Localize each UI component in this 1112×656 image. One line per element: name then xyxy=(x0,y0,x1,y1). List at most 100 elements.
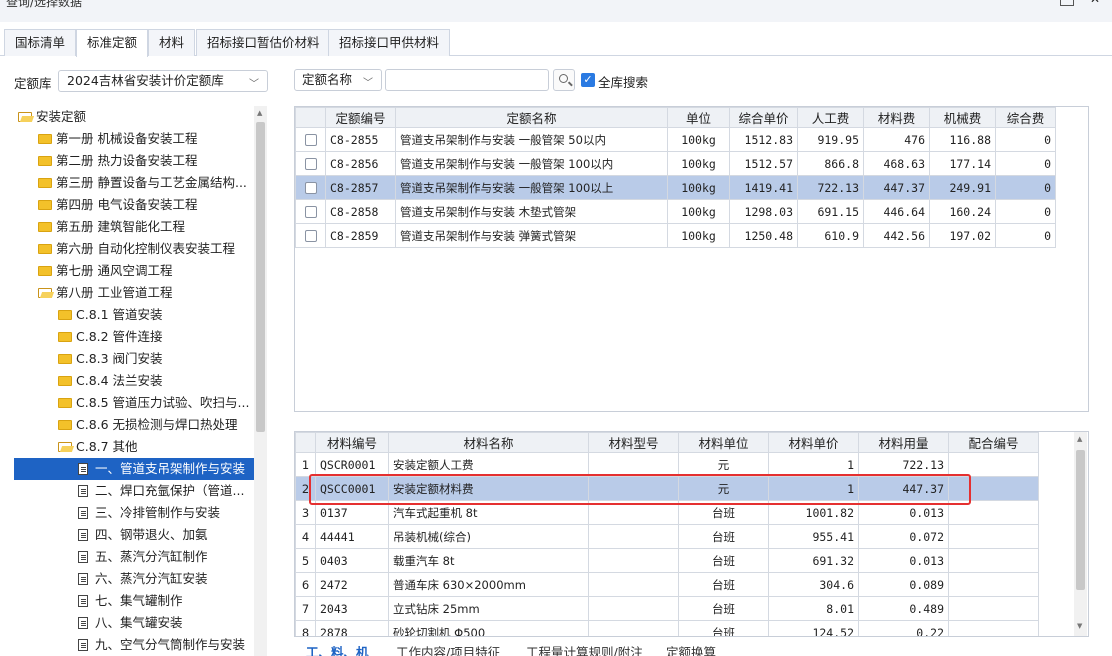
row-checkbox[interactable] xyxy=(304,230,317,242)
tree-node[interactable]: 第四册 电气设备安装工程 xyxy=(38,194,197,216)
tree-node[interactable]: 八、集气罐安装 xyxy=(78,612,183,634)
tree-node[interactable]: 第七册 通风空调工程 xyxy=(38,260,172,282)
tree-node[interactable]: 第八册 工业管道工程 xyxy=(38,282,172,304)
folder-icon xyxy=(58,420,72,430)
col-header[interactable]: 机械费 xyxy=(929,107,996,128)
tree-node[interactable]: 六、蒸汽分汽缸安装 xyxy=(78,568,208,590)
library-select[interactable]: 2024吉林省安装计价定额库 ﹀ xyxy=(58,70,268,92)
scroll-down-icon[interactable]: ▼ xyxy=(1077,622,1082,630)
tab-materials[interactable]: 材料 xyxy=(148,29,196,56)
col-header[interactable]: 材料单位 xyxy=(678,432,769,453)
col-header[interactable]: 配合编号 xyxy=(948,432,1039,453)
col-header[interactable]: 材料编号 xyxy=(315,432,389,453)
quota-price: 1512.83 xyxy=(729,127,798,152)
tree-node[interactable]: C.8.1 管道安装 xyxy=(58,304,163,326)
table-row[interactable]: 7 2043 立式钻床 25mm 台班 8.01 0.489 xyxy=(295,596,1039,621)
col-header[interactable]: 单位 xyxy=(667,107,730,128)
search-field-select[interactable]: 定额名称 ﹀ xyxy=(294,69,382,91)
material-mix-code xyxy=(948,500,1039,525)
tab-labor-material-machine[interactable]: 工、料、机 xyxy=(306,642,369,656)
material-table: 材料编号 材料名称 材料型号 材料单位 材料单价 材料用量 配合编号 1 QSC… xyxy=(294,431,1089,637)
tree-node-root[interactable]: 安装定额 xyxy=(18,106,86,128)
tree-node[interactable]: C.8.4 法兰安装 xyxy=(58,370,163,392)
table-row[interactable]: 4 44441 吊装机械(综合) 台班 955.41 0.072 xyxy=(295,524,1039,549)
col-header[interactable]: 材料型号 xyxy=(588,432,679,453)
tree-node-label: C.8.5 管道压力试验、吹扫与... xyxy=(76,395,250,410)
col-header[interactable]: 人工费 xyxy=(797,107,864,128)
tree-node[interactable]: 第一册 机械设备安装工程 xyxy=(38,128,197,150)
col-header[interactable]: 材料单价 xyxy=(768,432,859,453)
table-row[interactable]: 6 2472 普通车床 630×2000mm 台班 304.6 0.089 xyxy=(295,572,1039,597)
tree-node[interactable]: 第五册 建筑智能化工程 xyxy=(38,216,185,238)
tab-owner-supplied-materials[interactable]: 招标接口甲供材料 xyxy=(328,29,451,56)
scrollbar-thumb[interactable] xyxy=(1076,450,1085,590)
chevron-down-icon: ﹀ xyxy=(249,79,259,90)
table-row-selected[interactable]: C8-2857 管道支吊架制作与安装 一般管架 100以上 100kg 1419… xyxy=(295,175,1056,200)
tree-node[interactable]: 二、焊口充氩保护（管道... xyxy=(78,480,244,502)
material-mix-code xyxy=(948,476,1039,501)
maximize-icon[interactable] xyxy=(1060,0,1074,6)
tree-node[interactable]: C.8.5 管道压力试验、吹扫与... xyxy=(58,392,249,414)
search-button[interactable] xyxy=(553,69,575,91)
tree-node[interactable]: C.8.3 阀门安装 xyxy=(58,348,163,370)
table-row[interactable]: 3 0137 汽车式起重机 8t 台班 1001.82 0.013 xyxy=(295,500,1039,525)
tab-provisional-materials[interactable]: 招标接口暂估价材料 xyxy=(196,29,331,56)
table-row[interactable]: 5 0403 载重汽车 8t 台班 691.32 0.013 xyxy=(295,548,1039,573)
tree-node[interactable]: 七、集气罐制作 xyxy=(78,590,183,612)
material-table-scrollbar[interactable]: ▲ ▼ xyxy=(1074,432,1087,636)
close-icon[interactable]: ✕ xyxy=(1090,0,1104,6)
tree-node[interactable]: C.8.6 无损检测与焊口热处理 xyxy=(58,414,238,436)
col-header[interactable]: 材料名称 xyxy=(388,432,589,453)
row-checkbox[interactable] xyxy=(304,182,317,194)
folder-open-icon xyxy=(58,442,72,452)
tab-quota-conversion[interactable]: 定额换算 xyxy=(666,642,716,656)
table-row[interactable]: C8-2858 管道支吊架制作与安装 木垫式管架 100kg 1298.03 6… xyxy=(295,199,1056,224)
tree-node[interactable]: 五、蒸汽分汽缸制作 xyxy=(78,546,208,568)
col-header[interactable]: 综合费 xyxy=(995,107,1056,128)
tree-scrollbar[interactable]: ▲ xyxy=(254,106,267,656)
row-checkbox[interactable] xyxy=(304,158,317,170)
table-row[interactable]: C8-2855 管道支吊架制作与安装 一般管架 50以内 100kg 1512.… xyxy=(295,127,1056,152)
row-checkbox-cell[interactable] xyxy=(295,127,326,152)
tree-node[interactable]: 第二册 热力设备安装工程 xyxy=(38,150,197,172)
tab-quantity-rules[interactable]: 工程量计算规则/附注 xyxy=(526,642,643,656)
tree-node[interactable]: 九、空气分气筒制作与安装 xyxy=(78,634,245,656)
tree-node[interactable]: 第六册 自动化控制仪表安装工程 xyxy=(38,238,235,260)
table-row[interactable]: 8 2878 砂轮切割机 Φ500 台班 124.52 0.22 xyxy=(295,620,1039,636)
tree-node[interactable]: 四、钢带退火、加氨 xyxy=(78,524,208,546)
col-header[interactable]: 综合单价 xyxy=(729,107,798,128)
folder-icon xyxy=(58,332,72,342)
scrollbar-thumb[interactable] xyxy=(256,122,265,432)
table-row-selected[interactable]: 2 QSCC0001 安装定额材料费 元 1 447.37 xyxy=(295,476,1039,501)
tree-node-label: 二、焊口充氩保护（管道... xyxy=(95,483,245,498)
tree-node[interactable]: C.8.2 管件连接 xyxy=(58,326,163,348)
col-header[interactable]: 材料费 xyxy=(863,107,930,128)
scroll-up-icon[interactable]: ▲ xyxy=(1077,435,1082,443)
full-library-search-checkbox[interactable]: ✓ xyxy=(581,73,595,87)
full-library-search-label: 全库搜索 xyxy=(598,75,649,90)
tab-guobiao-list[interactable]: 国标清单 xyxy=(4,29,77,56)
row-checkbox[interactable] xyxy=(304,206,317,218)
quota-overall: 0 xyxy=(995,199,1056,224)
table-row[interactable]: C8-2856 管道支吊架制作与安装 一般管架 100以内 100kg 1512… xyxy=(295,151,1056,176)
tree-node-selected[interactable]: 一、管道支吊架制作与安装 xyxy=(14,458,254,480)
table-row[interactable]: C8-2859 管道支吊架制作与安装 弹簧式管架 100kg 1250.48 6… xyxy=(295,223,1056,248)
col-header[interactable]: 定额名称 xyxy=(395,107,668,128)
tree-node[interactable]: 三、冷排管制作与安装 xyxy=(78,502,220,524)
search-input[interactable] xyxy=(385,69,549,91)
tab-standard-quota[interactable]: 标准定额 xyxy=(76,29,149,57)
document-icon xyxy=(78,573,88,585)
row-checkbox-cell[interactable] xyxy=(295,199,326,224)
col-header[interactable]: 定额编号 xyxy=(325,107,396,128)
col-header[interactable]: 材料用量 xyxy=(858,432,949,453)
tree-node[interactable]: C.8.7 其他 xyxy=(58,436,138,458)
row-checkbox-cell[interactable] xyxy=(295,151,326,176)
row-checkbox-cell[interactable] xyxy=(295,223,326,248)
row-checkbox-cell[interactable] xyxy=(295,175,326,200)
row-checkbox[interactable] xyxy=(304,134,317,146)
table-row[interactable]: 1 QSCR0001 安装定额人工费 元 1 722.13 xyxy=(295,452,1039,477)
tab-work-content[interactable]: 工作内容/项目特征 xyxy=(396,642,500,656)
material-name: 汽车式起重机 8t xyxy=(388,500,589,525)
tree-node[interactable]: 第三册 静置设备与工艺金属结构... xyxy=(38,172,247,194)
scroll-up-icon[interactable]: ▲ xyxy=(257,109,262,117)
